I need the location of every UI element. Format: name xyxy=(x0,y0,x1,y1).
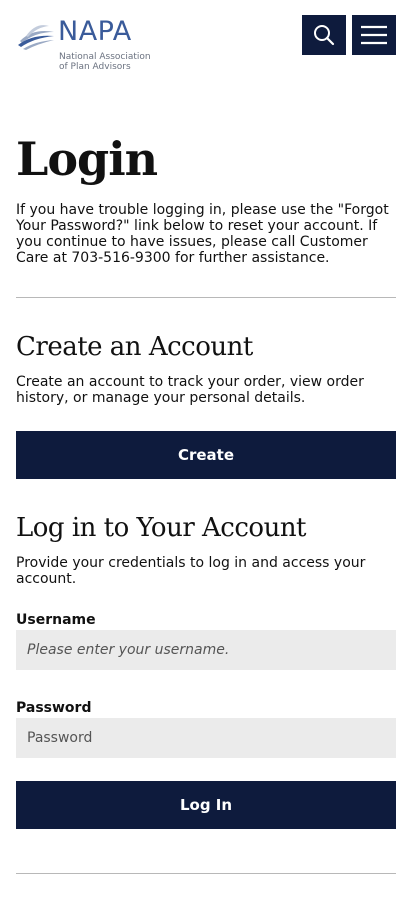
login-content: Login If you have trouble logging in, pl… xyxy=(16,134,396,874)
logo-wordmark: NAPA xyxy=(58,16,132,47)
section-divider-bottom xyxy=(16,873,396,874)
login-heading: Log in to Your Account xyxy=(16,513,307,543)
hamburger-menu-icon xyxy=(361,25,387,45)
section-divider xyxy=(16,297,396,298)
create-account-description: Create an account to track your order, v… xyxy=(16,374,364,406)
napa-logo[interactable]: NAPA National Association of Plan Adviso… xyxy=(16,14,166,74)
login-help-text: If you have trouble logging in, please u… xyxy=(16,202,389,266)
login-form-section: Log in to Your Account Provide your cred… xyxy=(16,513,396,829)
login-description: Provide your credentials to log in and a… xyxy=(16,555,366,587)
username-input[interactable] xyxy=(16,630,396,670)
username-label: Username xyxy=(16,612,96,628)
create-account-heading: Create an Account xyxy=(16,332,253,362)
page-title: Login xyxy=(16,132,158,186)
login-button[interactable]: Log In xyxy=(16,781,396,829)
site-header: NAPA National Association of Plan Adviso… xyxy=(0,0,412,80)
password-label: Password xyxy=(16,700,92,716)
password-input[interactable] xyxy=(16,718,396,758)
search-button[interactable] xyxy=(302,15,346,55)
search-icon xyxy=(314,25,335,46)
create-account-button[interactable]: Create xyxy=(16,431,396,479)
menu-button[interactable] xyxy=(352,15,396,55)
napa-logo-mark-icon xyxy=(18,25,54,50)
create-account-section: Create an Account Create an account to t… xyxy=(16,332,396,479)
logo-tagline: National Association of Plan Advisors xyxy=(59,52,151,72)
